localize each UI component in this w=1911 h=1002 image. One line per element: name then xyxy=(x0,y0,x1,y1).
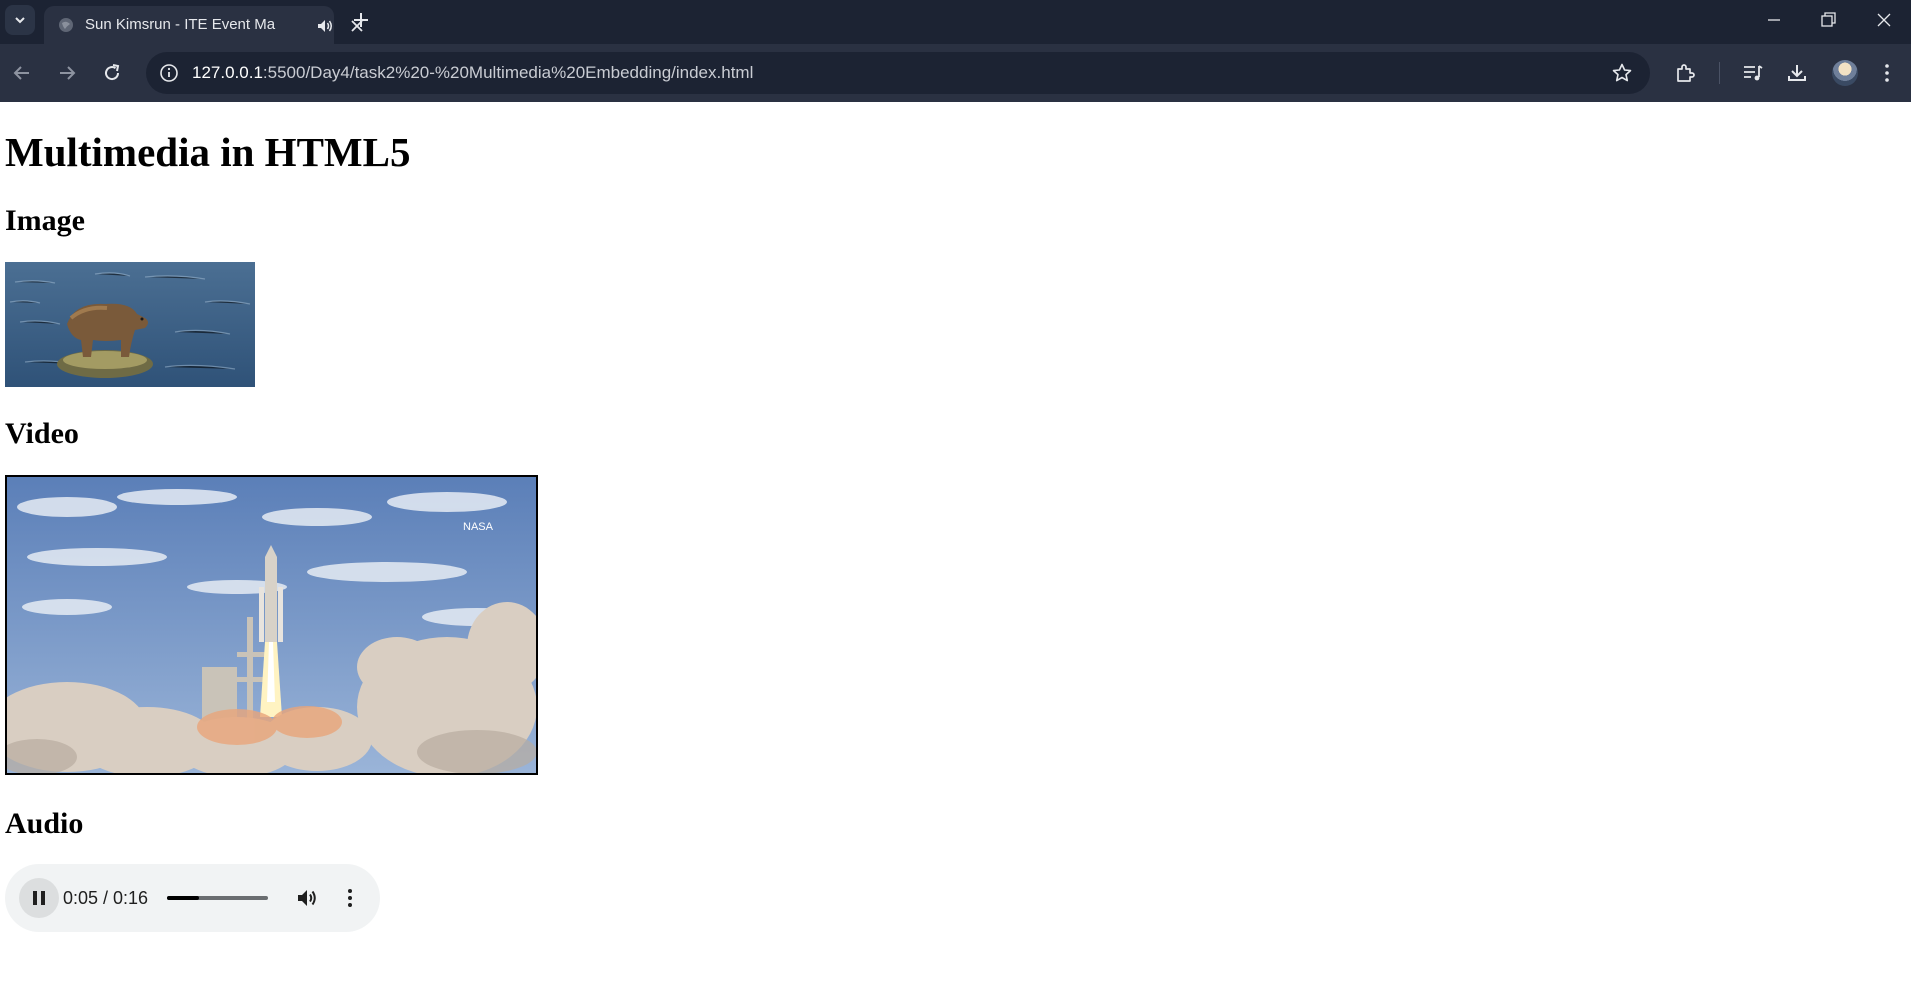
page-title: Multimedia in HTML5 xyxy=(5,129,411,175)
audio-heading: Audio xyxy=(5,807,84,840)
page-content: Multimedia in HTML5 Image Video NASA Aud… xyxy=(0,102,1911,1002)
download-icon[interactable] xyxy=(1785,61,1809,85)
pause-button[interactable] xyxy=(19,878,59,918)
profile-avatar[interactable] xyxy=(1832,60,1858,86)
image-heading: Image xyxy=(5,204,85,237)
info-icon[interactable] xyxy=(158,62,180,84)
extensions-icon[interactable] xyxy=(1673,61,1697,85)
video-frame: NASA xyxy=(7,477,536,773)
url-text[interactable]: 127.0.0.1:5500/Day4/task2%20-%20Multimed… xyxy=(192,52,753,94)
globe-icon xyxy=(59,18,73,32)
bookmark-star-icon[interactable] xyxy=(1611,62,1633,84)
address-bar[interactable]: 127.0.0.1:5500/Day4/task2%20-%20Multimed… xyxy=(146,52,1650,94)
chevron-down-icon xyxy=(15,17,25,24)
plus-icon[interactable] xyxy=(350,9,372,31)
browser-toolbar: 127.0.0.1:5500/Day4/task2%20-%20Multimed… xyxy=(0,44,1911,102)
reload-icon[interactable] xyxy=(100,61,124,85)
minimize-icon[interactable] xyxy=(1762,8,1786,32)
tab-search-button[interactable] xyxy=(5,5,35,35)
tab-strip: Sun Kimsrun - ITE Event Ma xyxy=(0,0,1911,44)
window-close-icon[interactable] xyxy=(1872,8,1896,32)
video-player[interactable]: NASA xyxy=(5,475,538,775)
browser-tab[interactable]: Sun Kimsrun - ITE Event Ma xyxy=(44,6,363,44)
video-heading: Video xyxy=(5,417,79,450)
more-vert-icon[interactable] xyxy=(1875,61,1899,85)
audio-player: 0:05 / 0:16 xyxy=(5,864,380,932)
audio-time: 0:05 / 0:16 xyxy=(63,888,149,908)
audio-progress-fill xyxy=(167,896,199,900)
media-controls-icon[interactable] xyxy=(1741,61,1765,85)
forward-arrow-icon[interactable] xyxy=(55,61,79,85)
pause-icon xyxy=(33,891,45,905)
speaker-icon[interactable] xyxy=(316,17,334,35)
video-watermark: NASA xyxy=(463,521,494,533)
bear-image xyxy=(5,262,255,387)
url-host: 127.0.0.1 xyxy=(192,63,263,82)
tab-title: Sun Kimsrun - ITE Event Ma xyxy=(85,16,276,33)
volume-icon[interactable] xyxy=(295,886,319,910)
more-options-icon[interactable] xyxy=(338,886,362,910)
audio-seek-bar[interactable] xyxy=(167,896,268,900)
back-arrow-icon[interactable] xyxy=(10,61,34,85)
restore-icon[interactable] xyxy=(1816,8,1840,32)
url-path: :5500/Day4/task2%20-%20Multimedia%20Embe… xyxy=(262,63,754,82)
toolbar-divider xyxy=(1719,62,1720,84)
